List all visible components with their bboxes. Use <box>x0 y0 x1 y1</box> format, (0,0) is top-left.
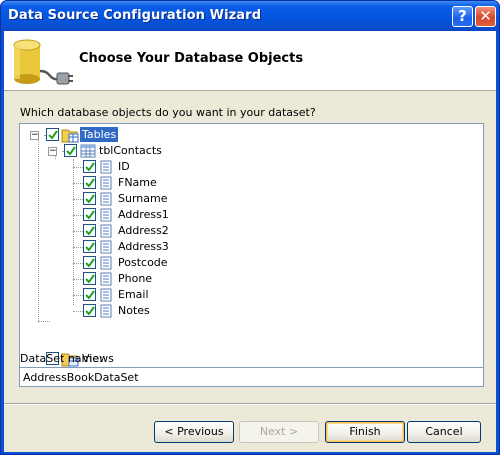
previous-button[interactable]: < Previous <box>154 421 234 443</box>
wizard-header: Choose Your Database Objects <box>4 31 496 91</box>
column-label: Notes <box>118 304 150 317</box>
tables-label: Tables <box>80 127 119 142</box>
tblcontacts-label: tblContacts <box>99 144 162 157</box>
column-label: Phone <box>118 272 153 285</box>
check-icon <box>85 290 95 300</box>
tree-node-column[interactable]: Address3 <box>20 239 220 255</box>
finish-button[interactable]: Finish <box>325 421 405 443</box>
column-icon <box>100 240 112 254</box>
check-icon <box>85 210 95 220</box>
tblcontacts-checkbox[interactable] <box>64 144 77 157</box>
table-icon <box>80 144 96 158</box>
dataset-name-input[interactable] <box>19 367 484 387</box>
window-title: Data Source Configuration Wizard <box>8 8 262 23</box>
dataset-name-label: DataSet name: <box>20 352 103 365</box>
tree-node-tblcontacts[interactable]: − tblContacts <box>20 143 220 159</box>
column-checkbox[interactable] <box>83 160 96 173</box>
column-icon <box>100 288 112 302</box>
tree-node-column[interactable]: Email <box>20 287 220 303</box>
tree-node-column[interactable]: Surname <box>20 191 220 207</box>
database-objects-tree[interactable]: − Tables − tblContacts ID FName Surname … <box>19 123 484 369</box>
column-label: Address1 <box>118 208 169 221</box>
check-icon <box>85 306 95 316</box>
check-icon <box>85 162 95 172</box>
column-checkbox[interactable] <box>83 288 96 301</box>
column-checkbox[interactable] <box>83 224 96 237</box>
tree-node-column[interactable]: Address2 <box>20 223 220 239</box>
check-icon <box>85 274 95 284</box>
cancel-button[interactable]: Cancel <box>407 421 481 443</box>
tree-node-column[interactable]: FName <box>20 175 220 191</box>
database-connector-icon <box>13 39 73 85</box>
tree-node-column[interactable]: Notes <box>20 303 220 319</box>
check-icon <box>66 146 76 156</box>
check-icon <box>85 226 95 236</box>
title-bar[interactable]: Data Source Configuration Wizard ? ✕ <box>1 1 499 31</box>
tree-node-column[interactable]: Phone <box>20 271 220 287</box>
column-label: FName <box>118 176 157 189</box>
column-checkbox[interactable] <box>83 208 96 221</box>
collapse-table-toggle[interactable]: − <box>48 147 57 156</box>
close-icon: ✕ <box>479 7 492 25</box>
column-icon <box>100 160 112 174</box>
column-checkbox[interactable] <box>83 304 96 317</box>
close-button[interactable]: ✕ <box>475 6 496 27</box>
column-label: ID <box>118 160 130 173</box>
check-icon <box>85 178 95 188</box>
column-checkbox[interactable] <box>83 192 96 205</box>
question-mark-icon: ? <box>458 7 467 25</box>
column-icon <box>100 272 112 286</box>
tables-checkbox[interactable] <box>46 128 59 141</box>
column-icon <box>100 208 112 222</box>
dialog-client-area: Choose Your Database Objects Which datab… <box>4 31 496 452</box>
tree-node-column[interactable]: Postcode <box>20 255 220 271</box>
column-checkbox[interactable] <box>83 176 96 189</box>
tables-folder-icon <box>61 129 79 143</box>
help-button[interactable]: ? <box>452 6 473 27</box>
column-label: Address2 <box>118 224 169 237</box>
column-label: Address3 <box>118 240 169 253</box>
column-label: Postcode <box>118 256 168 269</box>
column-label: Surname <box>118 192 168 205</box>
column-checkbox[interactable] <box>83 240 96 253</box>
question-label: Which database objects do you want in yo… <box>20 106 316 119</box>
tree-node-tables[interactable]: − Tables <box>20 127 220 143</box>
column-icon <box>100 304 112 318</box>
collapse-tables-toggle[interactable]: − <box>30 131 39 140</box>
next-button[interactable]: Next > <box>239 421 319 443</box>
tree-node-column[interactable]: Address1 <box>20 207 220 223</box>
column-icon <box>100 224 112 238</box>
check-icon <box>85 194 95 204</box>
page-title: Choose Your Database Objects <box>79 51 304 66</box>
check-icon <box>85 242 95 252</box>
column-icon <box>100 192 112 206</box>
column-icon <box>100 256 112 270</box>
column-checkbox[interactable] <box>83 256 96 269</box>
wizard-window: Data Source Configuration Wizard ? ✕ Cho… <box>0 0 500 455</box>
footer-divider <box>4 403 496 405</box>
check-icon <box>48 130 58 140</box>
column-label: Email <box>118 288 149 301</box>
column-checkbox[interactable] <box>83 272 96 285</box>
column-icon <box>100 176 112 190</box>
tree-node-column[interactable]: ID <box>20 159 220 175</box>
check-icon <box>85 258 95 268</box>
